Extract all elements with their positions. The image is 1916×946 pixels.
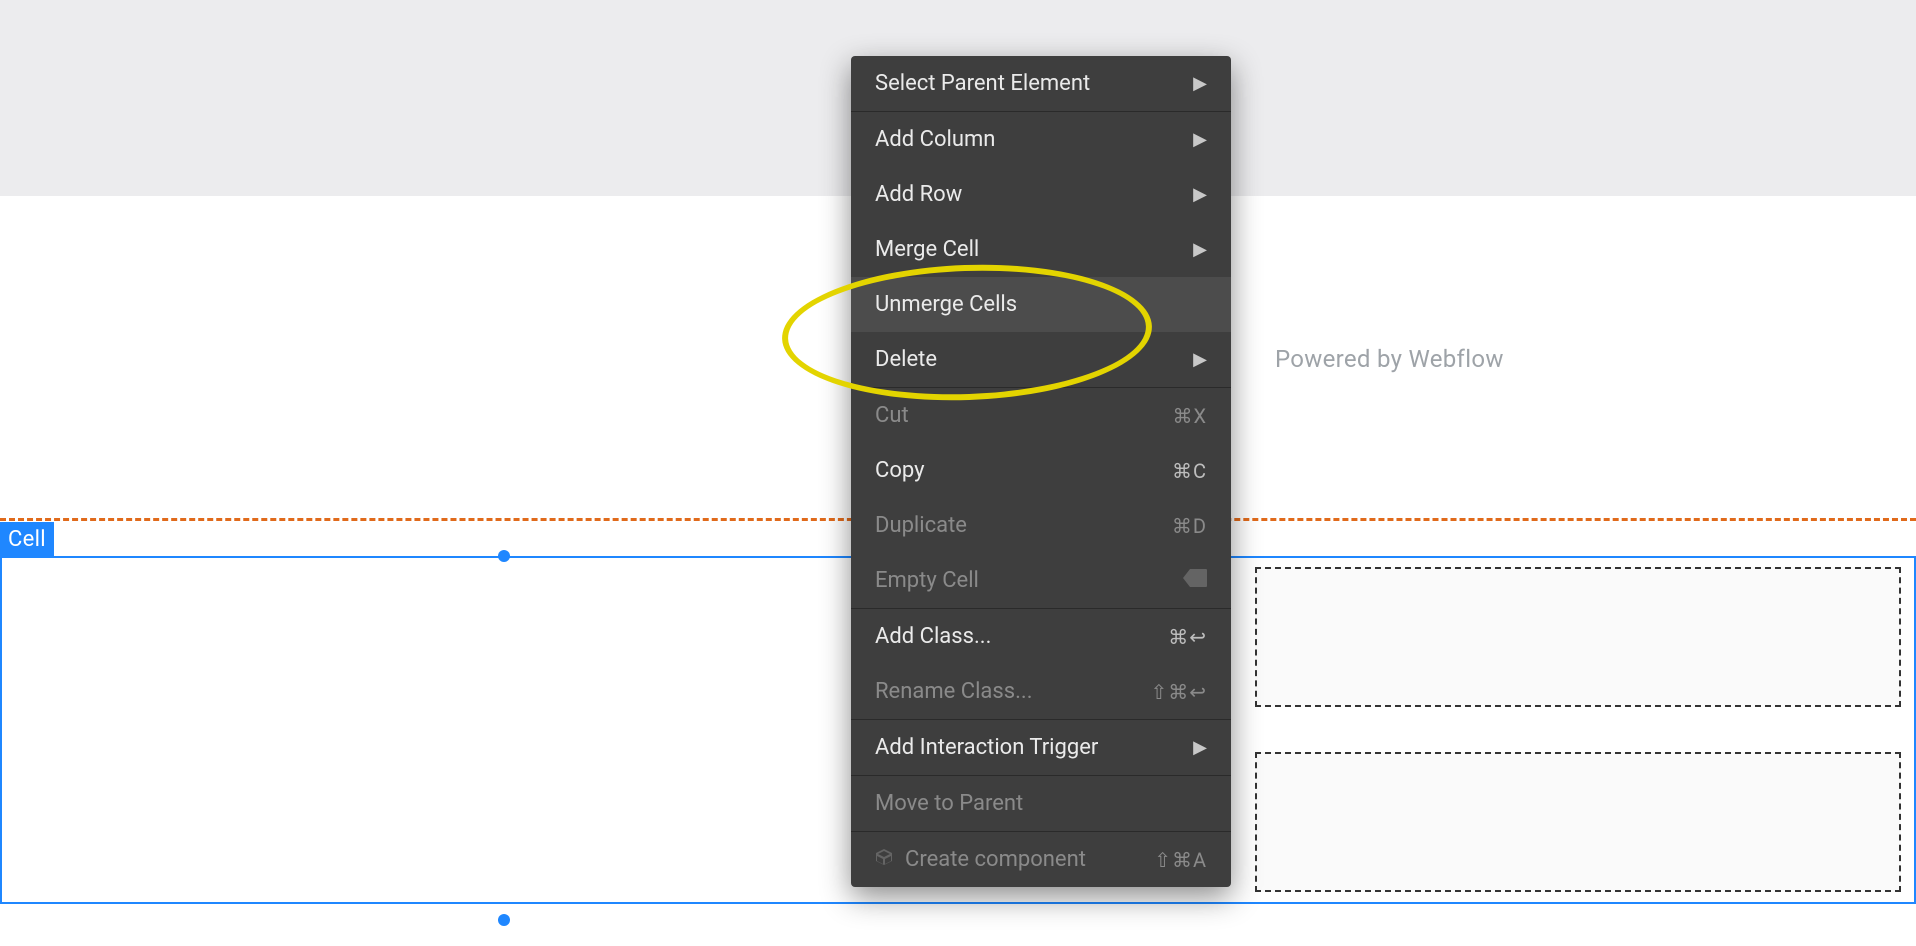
- context-menu[interactable]: Select Parent Element ▶ Add Column ▶ Add…: [851, 56, 1231, 887]
- submenu-arrow-icon: ▶: [1193, 73, 1207, 94]
- menu-unmerge-cells[interactable]: Unmerge Cells: [851, 277, 1231, 332]
- menu-item-label: Add Interaction Trigger: [875, 735, 1098, 760]
- menu-item-shortcut: ⇧⌘A: [1154, 848, 1207, 872]
- menu-item-label: Add Row: [875, 182, 962, 207]
- menu-item-shortcut: ⇧⌘↩: [1150, 680, 1207, 704]
- powered-by-webflow-text: Powered by Webflow: [1275, 345, 1504, 373]
- menu-item-label: Copy: [875, 458, 925, 483]
- menu-item-shortcut: ⌘D: [1172, 514, 1207, 538]
- menu-item-label: Create component: [905, 847, 1086, 872]
- menu-cut: Cut ⌘X: [851, 388, 1231, 443]
- menu-select-parent-element[interactable]: Select Parent Element ▶: [851, 56, 1231, 111]
- submenu-arrow-icon: ▶: [1193, 129, 1207, 150]
- ghost-cell-1: [1255, 567, 1901, 707]
- menu-item-label: Cut: [875, 403, 909, 428]
- menu-item-label: Empty Cell: [875, 568, 979, 593]
- menu-item-label: Delete: [875, 347, 937, 372]
- ghost-cell-2: [1255, 752, 1901, 892]
- menu-add-class[interactable]: Add Class... ⌘↩: [851, 609, 1231, 664]
- menu-item-label: Add Column: [875, 127, 995, 152]
- menu-item-label: Unmerge Cells: [875, 292, 1017, 317]
- submenu-arrow-icon: ▶: [1193, 737, 1207, 758]
- menu-delete[interactable]: Delete ▶: [851, 332, 1231, 387]
- menu-rename-class: Rename Class... ⇧⌘↩: [851, 664, 1231, 719]
- selection-label[interactable]: Cell: [0, 522, 54, 558]
- menu-item-label: Rename Class...: [875, 679, 1033, 704]
- menu-empty-cell: Empty Cell: [851, 553, 1231, 608]
- selection-handle-top[interactable]: [498, 550, 510, 562]
- menu-item-shortcut: ⌘C: [1172, 459, 1207, 483]
- menu-item-label: Select Parent Element: [875, 71, 1090, 96]
- menu-merge-cell[interactable]: Merge Cell ▶: [851, 222, 1231, 277]
- menu-item-label: Duplicate: [875, 513, 967, 538]
- cube-icon: [875, 847, 905, 872]
- menu-create-component: Create component ⇧⌘A: [851, 832, 1231, 887]
- design-canvas[interactable]: Powered by Webflow Cell Select Parent El…: [0, 0, 1916, 946]
- menu-add-row[interactable]: Add Row ▶: [851, 167, 1231, 222]
- submenu-arrow-icon: ▶: [1193, 184, 1207, 205]
- menu-move-to-parent: Move to Parent: [851, 776, 1231, 831]
- submenu-arrow-icon: ▶: [1193, 239, 1207, 260]
- selection-handle-bottom[interactable]: [498, 914, 510, 926]
- submenu-arrow-icon: ▶: [1193, 349, 1207, 370]
- backspace-icon: [1183, 568, 1207, 593]
- menu-add-column[interactable]: Add Column ▶: [851, 112, 1231, 167]
- menu-item-label: Move to Parent: [875, 791, 1023, 816]
- menu-duplicate: Duplicate ⌘D: [851, 498, 1231, 553]
- menu-add-interaction-trigger[interactable]: Add Interaction Trigger ▶: [851, 720, 1231, 775]
- menu-item-shortcut: ⌘↩: [1168, 625, 1207, 649]
- menu-item-label: Add Class...: [875, 624, 991, 649]
- menu-copy[interactable]: Copy ⌘C: [851, 443, 1231, 498]
- menu-item-label: Merge Cell: [875, 237, 979, 262]
- menu-item-shortcut: ⌘X: [1172, 404, 1207, 428]
